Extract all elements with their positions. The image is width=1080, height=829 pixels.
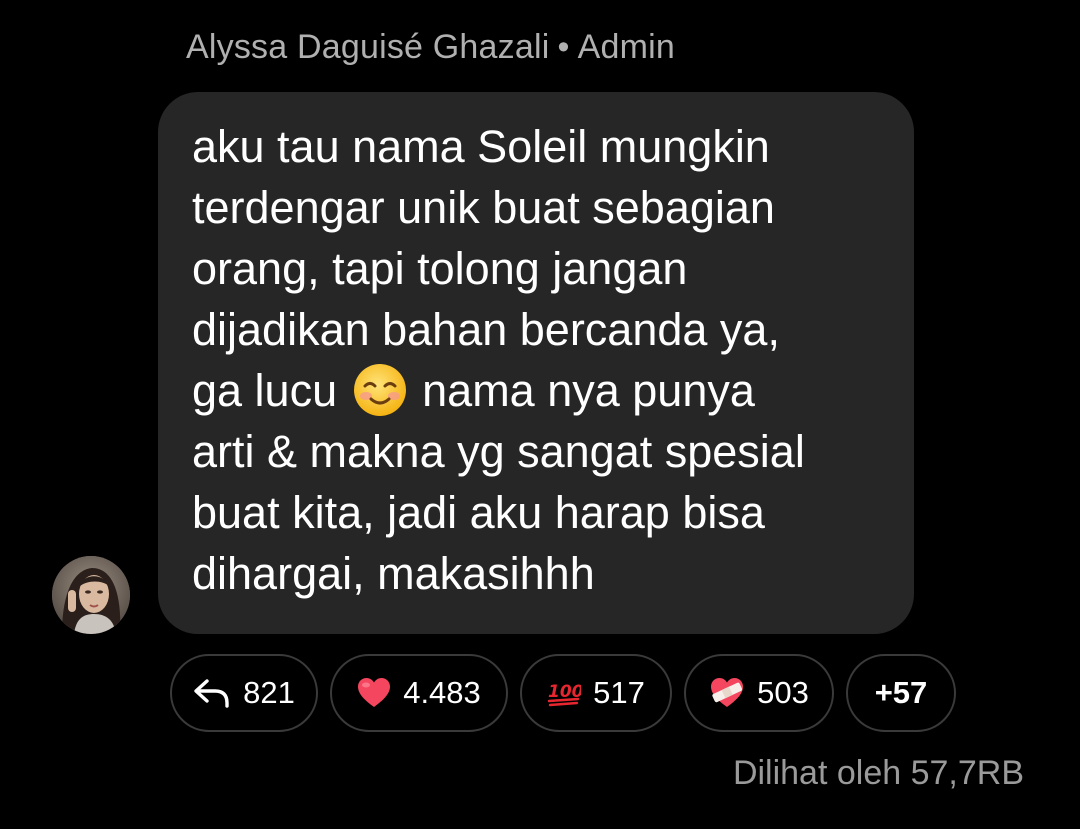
more-reactions-button[interactable]: +57	[846, 654, 956, 732]
message-line: dihargai, makasihhh	[192, 548, 595, 599]
hundred-reaction-count: 517	[593, 675, 645, 710]
message-bubble[interactable]: aku tau nama Soleil mungkin terdengar un…	[158, 92, 914, 634]
message-line: orang, tapi tolong jangan	[192, 243, 688, 294]
message-line: arti & makna yg sangat spesial	[192, 426, 805, 477]
mending-heart-reaction-button[interactable]: 503	[684, 654, 834, 732]
red-heart-emoji-icon	[357, 677, 391, 709]
reply-count-button[interactable]: 821	[170, 654, 318, 732]
message-text-segment: ga lucu	[192, 365, 338, 416]
heart-reaction-count: 4.483	[403, 675, 481, 710]
reactions-bar: 821 4.483 100 517 503 +57	[170, 654, 956, 732]
avatar[interactable]	[52, 556, 130, 634]
message-line-with-emoji: ga lucu nama nya punya	[192, 360, 884, 421]
message-line: dijadikan bahan bercanda ya,	[192, 304, 780, 355]
profile-photo-avatar-icon	[52, 556, 130, 634]
reply-arrow-icon	[193, 677, 231, 709]
sender-role: Admin	[577, 28, 675, 66]
more-reactions-label: +57	[874, 675, 928, 710]
reply-count: 821	[243, 675, 295, 710]
message-text-segment: nama nya punya	[422, 365, 755, 416]
mending-heart-reaction-count: 503	[757, 675, 809, 710]
hundred-points-emoji-icon: 100	[547, 678, 581, 708]
message-line: aku tau nama Soleil mungkin	[192, 121, 770, 172]
smiling-face-emoji-icon	[352, 362, 408, 418]
separator-dot: •	[557, 28, 570, 66]
sender-name[interactable]: Alyssa Daguisé Ghazali	[186, 28, 549, 66]
heart-reaction-button[interactable]: 4.483	[330, 654, 508, 732]
mending-heart-emoji-icon	[709, 677, 745, 709]
sender-header: Alyssa Daguisé Ghazali • Admin	[186, 28, 675, 67]
message-line: buat kita, jadi aku harap bisa	[192, 487, 765, 538]
message-line: terdengar unik buat sebagian	[192, 182, 775, 233]
seen-by-count[interactable]: Dilihat oleh 57,7RB	[733, 754, 1024, 793]
hundred-reaction-button[interactable]: 100 517	[520, 654, 672, 732]
